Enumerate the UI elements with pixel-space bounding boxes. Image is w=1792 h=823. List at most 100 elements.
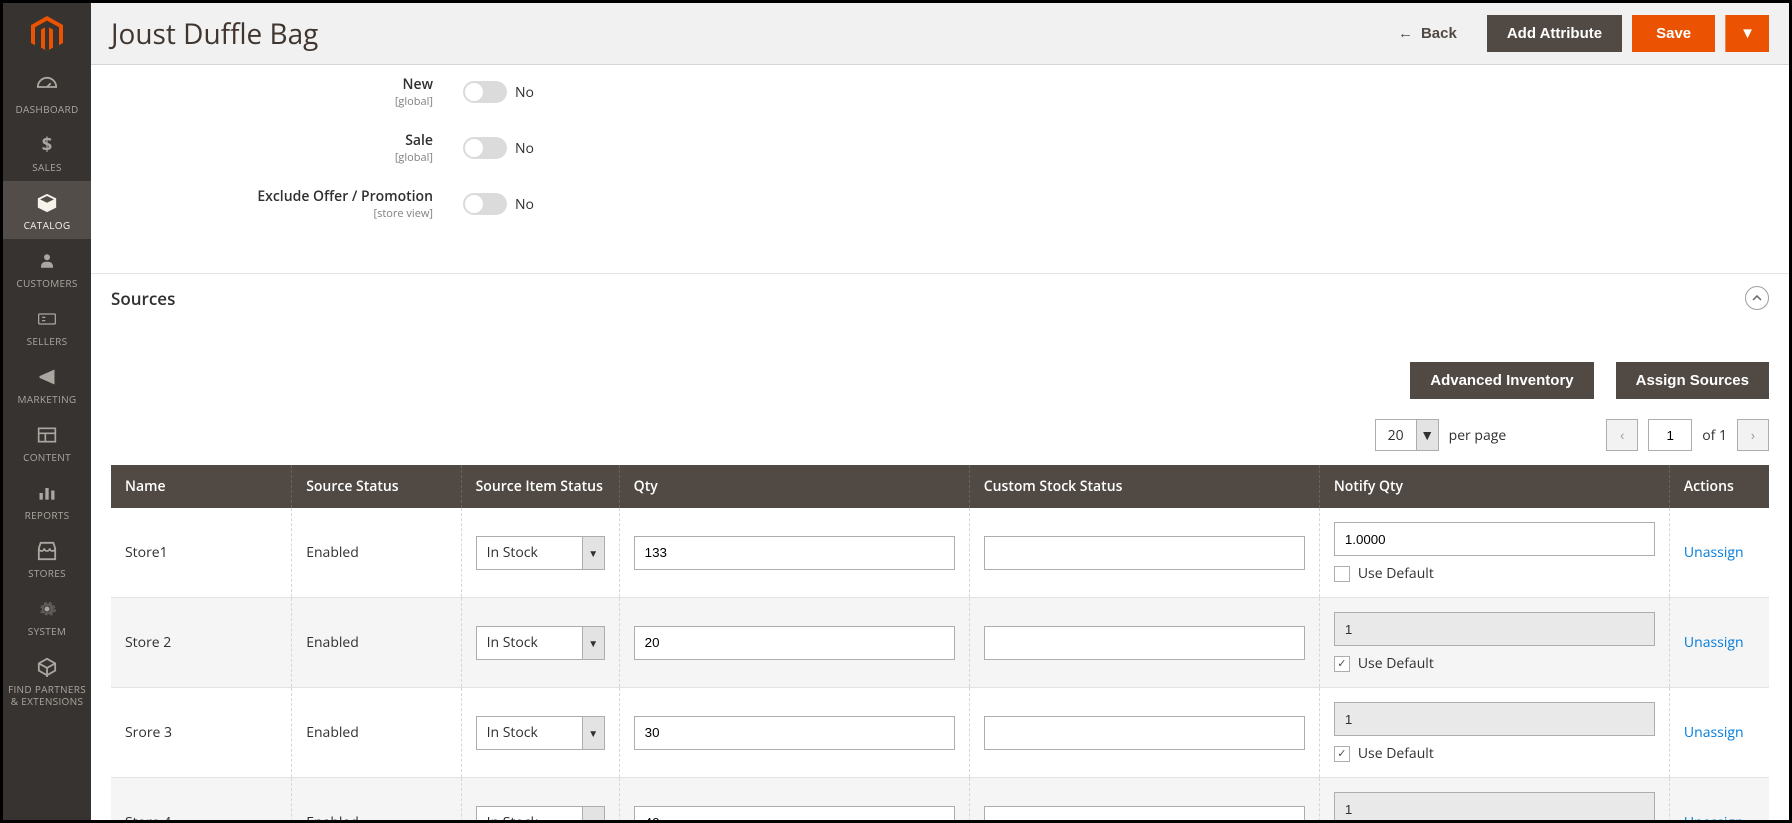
use-default-checkbox[interactable] (1334, 746, 1350, 762)
custom-stock-input[interactable] (984, 626, 1305, 660)
qty-input[interactable] (634, 536, 955, 570)
cell-notify: Use Default (1319, 508, 1669, 598)
sidebar-item-marketing[interactable]: MARKETING (3, 355, 91, 413)
toggle-knob (465, 139, 483, 157)
save-button[interactable]: Save (1632, 15, 1715, 52)
attribute-sale: Sale [global] No (91, 131, 1789, 165)
next-page-button[interactable]: › (1737, 419, 1769, 451)
seller-icon (35, 307, 59, 331)
cell-actions: Unassign (1669, 508, 1769, 598)
magento-logo[interactable] (3, 3, 91, 65)
per-page-select[interactable]: 20 ▼ (1375, 419, 1439, 451)
back-button[interactable]: ← Back (1378, 15, 1477, 52)
page-title: Joust Duffle Bag (111, 15, 1368, 53)
cell-actions: Unassign (1669, 778, 1769, 821)
custom-stock-input[interactable] (984, 806, 1305, 821)
cell-status: Enabled (292, 508, 461, 598)
unassign-link[interactable]: Unassign (1684, 543, 1744, 562)
cell-status: Enabled (292, 598, 461, 688)
chevron-down-icon: ▼ (582, 807, 604, 821)
attribute-new: New [global] No (91, 75, 1789, 109)
sidebar-item-reports[interactable]: REPORTS (3, 471, 91, 529)
qty-input[interactable] (634, 626, 955, 660)
prev-page-button[interactable]: ‹ (1606, 419, 1638, 451)
toggle-sale[interactable] (463, 137, 507, 159)
custom-stock-input[interactable] (984, 716, 1305, 750)
save-dropdown-button[interactable]: ▼ (1725, 15, 1769, 52)
pager: 20 ▼ per page ‹ of 1 › (91, 419, 1789, 465)
magento-logo-icon (31, 16, 63, 52)
cell-item-status: In Stock▼ (461, 598, 619, 688)
cell-actions: Unassign (1669, 688, 1769, 778)
cell-actions: Unassign (1669, 598, 1769, 688)
toggle-exclude[interactable] (463, 193, 507, 215)
table-row: Store1EnabledIn Stock▼Use DefaultUnassig… (111, 508, 1769, 598)
add-attribute-button[interactable]: Add Attribute (1487, 15, 1622, 52)
cell-item-status: In Stock▼ (461, 778, 619, 821)
cell-custom-stock (969, 508, 1319, 598)
custom-stock-input[interactable] (984, 536, 1305, 570)
layout-icon (35, 423, 59, 447)
chevron-up-icon (1752, 295, 1762, 301)
sidebar-item-system[interactable]: SYSTEM (3, 587, 91, 645)
sidebar-item-catalog[interactable]: CATALOG (3, 181, 91, 239)
use-default-checkbox[interactable] (1334, 566, 1350, 582)
cell-item-status: In Stock▼ (461, 688, 619, 778)
sidebar-item-content[interactable]: CONTENT (3, 413, 91, 471)
notify-qty-input (1334, 792, 1655, 820)
sources-table: Name Source Status Source Item Status Qt… (111, 465, 1769, 820)
notify-qty-input (1334, 612, 1655, 646)
attr-label: New (91, 75, 433, 94)
sidebar-item-customers[interactable]: CUSTOMERS (3, 239, 91, 297)
page-input[interactable] (1648, 419, 1692, 451)
attr-label: Sale (91, 131, 433, 150)
dashboard-icon (35, 75, 59, 99)
main-content: New [global] No Sale [global] No Exclude… (91, 65, 1789, 820)
attr-scope: [store view] (91, 206, 433, 221)
page-header: Joust Duffle Bag ← Back Add Attribute Sa… (91, 3, 1789, 65)
item-status-select[interactable]: In Stock▼ (476, 716, 605, 750)
notify-qty-input[interactable] (1334, 522, 1655, 556)
item-status-select[interactable]: In Stock▼ (476, 536, 605, 570)
sidebar-item-stores[interactable]: STORES (3, 529, 91, 587)
cell-qty (619, 778, 969, 821)
sidebar-item-dashboard[interactable]: DASHBOARD (3, 65, 91, 123)
toggle-value: No (515, 139, 535, 158)
use-default-label: Use Default (1358, 564, 1434, 583)
unassign-link[interactable]: Unassign (1684, 723, 1744, 742)
unassign-link[interactable]: Unassign (1684, 633, 1744, 652)
table-row: Store 2EnabledIn Stock▼Use DefaultUnassi… (111, 598, 1769, 688)
svg-text:$: $ (42, 135, 52, 155)
advanced-inventory-button[interactable]: Advanced Inventory (1410, 362, 1593, 399)
attr-scope: [global] (91, 150, 433, 165)
unassign-link[interactable]: Unassign (1684, 813, 1744, 820)
th-notify-qty: Notify Qty (1319, 465, 1669, 508)
toggle-new[interactable] (463, 81, 507, 103)
qty-input[interactable] (634, 716, 955, 750)
item-status-select[interactable]: In Stock▼ (476, 626, 605, 660)
cell-notify: Use Default (1319, 778, 1669, 821)
per-page-label: per page (1449, 426, 1507, 445)
collapse-toggle[interactable] (1745, 286, 1769, 310)
assign-sources-button[interactable]: Assign Sources (1616, 362, 1769, 399)
megaphone-icon (35, 365, 59, 389)
cell-custom-stock (969, 598, 1319, 688)
use-default-checkbox[interactable] (1334, 656, 1350, 672)
chevron-down-icon: ▼ (582, 627, 604, 659)
sidebar-item-partners[interactable]: FIND PARTNERS & EXTENSIONS (3, 645, 91, 715)
th-qty: Qty (619, 465, 969, 508)
sources-action-bar: Advanced Inventory Assign Sources (91, 322, 1789, 419)
th-custom-stock: Custom Stock Status (969, 465, 1319, 508)
notify-qty-input (1334, 702, 1655, 736)
gear-icon (35, 597, 59, 621)
th-actions: Actions (1669, 465, 1769, 508)
item-status-select[interactable]: In Stock▼ (476, 806, 605, 821)
product-attributes: New [global] No Sale [global] No Exclude… (91, 65, 1789, 273)
cell-custom-stock (969, 778, 1319, 821)
cell-status: Enabled (292, 688, 461, 778)
sidebar-item-sales[interactable]: $ SALES (3, 123, 91, 181)
qty-input[interactable] (634, 806, 955, 821)
cell-notify: Use Default (1319, 598, 1669, 688)
cell-status: Enabled (292, 778, 461, 821)
sidebar-item-sellers[interactable]: SELLERS (3, 297, 91, 355)
